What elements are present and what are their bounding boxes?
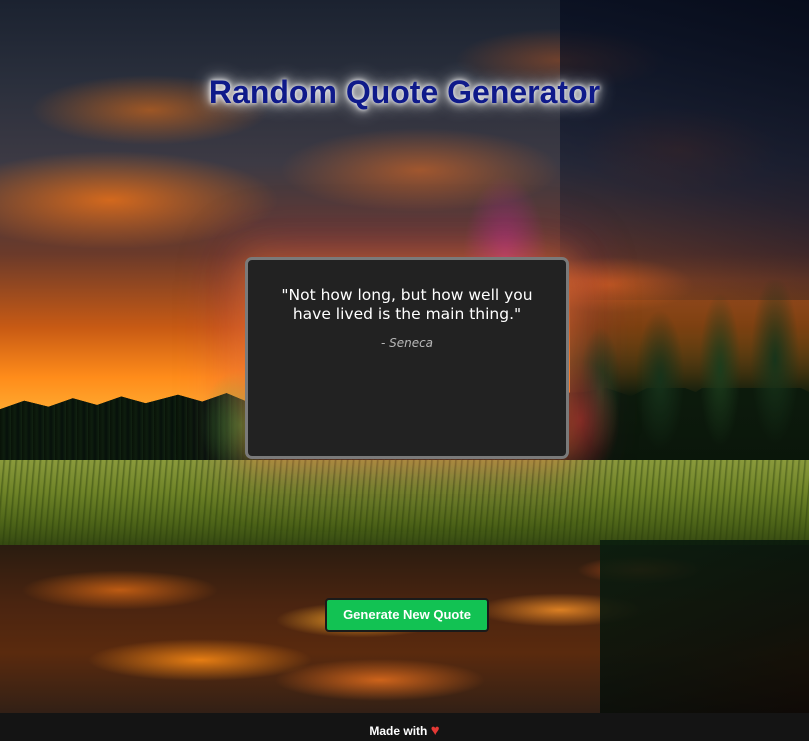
lake-shade	[600, 540, 809, 715]
footer-made-with-text: Made with	[369, 724, 428, 738]
quote-card: "Not how long, but how well you have liv…	[245, 257, 569, 459]
meadow-grass	[0, 460, 809, 550]
quote-text: "Not how long, but how well you have liv…	[281, 286, 533, 323]
generate-quote-button[interactable]: Generate New Quote	[325, 598, 489, 632]
footer: Made with ♥	[0, 713, 809, 741]
dark-clouds	[560, 0, 809, 300]
page-title: Random Quote Generator	[208, 74, 601, 110]
heart-icon: ♥	[430, 722, 440, 739]
quote-author: - Seneca	[380, 336, 434, 350]
